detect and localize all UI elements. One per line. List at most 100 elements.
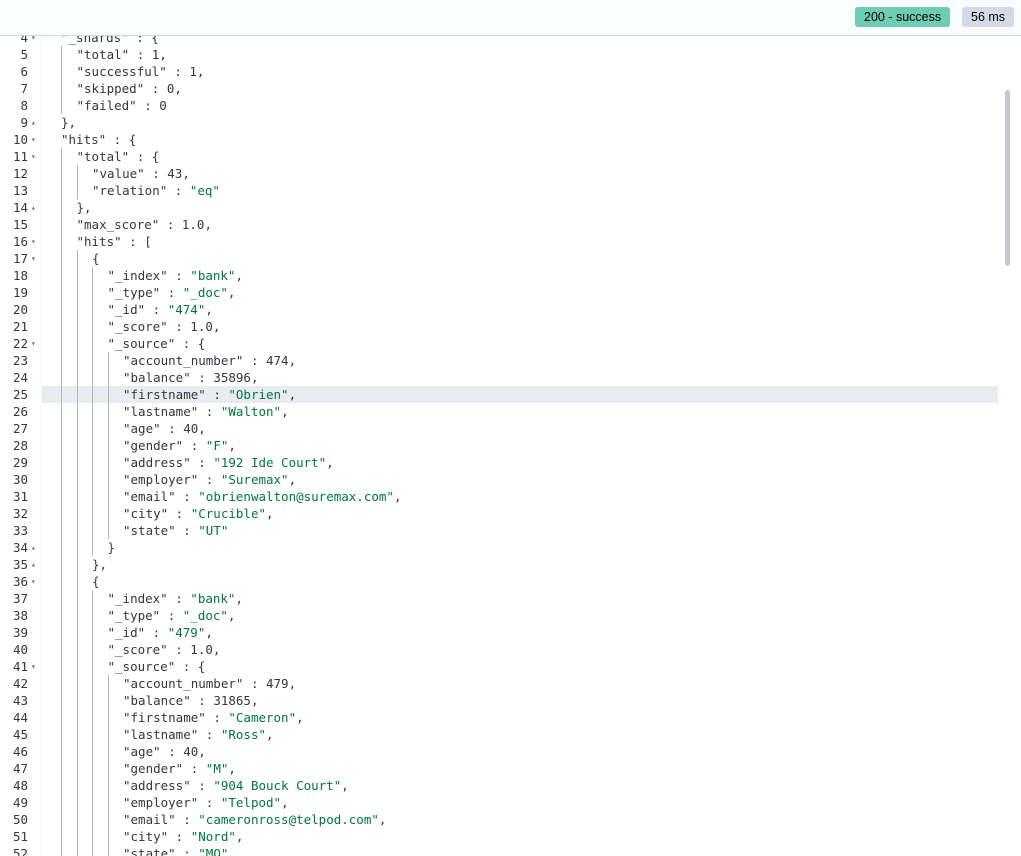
code-line[interactable]: 41 ▾ "_source" : { <box>0 658 1000 675</box>
indent-guide <box>76 267 78 284</box>
indent-guide <box>61 403 62 420</box>
indent-guide <box>107 369 109 386</box>
code-line[interactable]: 25 "firstname" : "Obrien", <box>0 386 1000 403</box>
code-text: "state" : "UT" <box>123 523 229 538</box>
indent-guide <box>61 539 62 556</box>
line-number: 28 <box>12 438 28 453</box>
code-line[interactable]: 50 "email" : "cameronross@telpod.com", <box>0 811 1000 828</box>
code-line[interactable]: 9 ▴}, <box>0 114 1000 131</box>
code-text: "email" : "cameronross@telpod.com", <box>123 812 387 827</box>
fold-expand-icon[interactable]: ▴ <box>31 114 40 131</box>
code-line[interactable]: 26 "lastname" : "Walton", <box>0 403 1000 420</box>
code-line[interactable]: 48 "address" : "904 Bouck Court", <box>0 777 1000 794</box>
code-line[interactable]: 18 "_index" : "bank", <box>0 267 1000 284</box>
indent-guide <box>76 794 78 811</box>
code-text: "_id" : "479", <box>107 625 213 640</box>
indent-guide <box>76 709 78 726</box>
code-line[interactable]: 10 ▾ "hits" : { <box>0 131 1000 148</box>
fold-expand-icon[interactable]: ▴ <box>31 539 40 556</box>
code-line[interactable]: 24 "balance" : 35896, <box>0 369 1000 386</box>
code-text: "_index" : "bank", <box>107 591 243 606</box>
vertical-scrollbar[interactable] <box>1005 90 1010 266</box>
code-line[interactable]: 17 ▾ { <box>0 250 1000 267</box>
code-line[interactable]: 21 "_score" : 1.0, <box>0 318 1000 335</box>
code-line[interactable]: 30 "employer" : "Suremax", <box>0 471 1000 488</box>
fold-collapse-icon[interactable]: ▾ <box>31 131 40 148</box>
code-line[interactable]: 8 "failed" : 0 <box>0 97 1000 114</box>
fold-collapse-icon[interactable]: ▾ <box>31 335 40 352</box>
fold-collapse-icon[interactable]: ▾ <box>31 658 40 675</box>
code-line[interactable]: 35 ▴}, <box>0 556 1000 573</box>
indent-guide <box>76 539 78 556</box>
code-line[interactable]: 6 "successful" : 1, <box>0 63 1000 80</box>
code-line[interactable]: 42 "account_number" : 479, <box>0 675 1000 692</box>
code-line[interactable]: 36 ▾ { <box>0 573 1000 590</box>
fold-collapse-icon[interactable]: ▾ <box>31 250 40 267</box>
indent-guide <box>107 794 109 811</box>
indent-guide <box>92 386 93 403</box>
line-number: 11 <box>12 149 28 164</box>
indent-guide <box>92 284 93 301</box>
code-line[interactable]: 49 "employer" : "Telpod", <box>0 794 1000 811</box>
code-line[interactable]: 28 "gender" : "F", <box>0 437 1000 454</box>
code-line[interactable]: 14 ▴}, <box>0 199 1000 216</box>
code-line[interactable]: 22 ▾ "_source" : { <box>0 335 1000 352</box>
code-line[interactable]: 27 "age" : 40, <box>0 420 1000 437</box>
line-number: 26 <box>12 404 28 419</box>
code-line[interactable]: 47 "gender" : "M", <box>0 760 1000 777</box>
fold-collapse-icon[interactable]: ▾ <box>31 36 40 46</box>
fold-expand-icon[interactable]: ▴ <box>31 199 40 216</box>
code-line[interactable]: 5 "total" : 1, <box>0 46 1000 63</box>
indent-guide <box>92 454 93 471</box>
code-line[interactable]: 33 "state" : "UT" <box>0 522 1000 539</box>
code-line[interactable]: 44 "firstname" : "Cameron", <box>0 709 1000 726</box>
line-number: 32 <box>12 506 28 521</box>
code-line[interactable]: 34 ▴} <box>0 539 1000 556</box>
code-line[interactable]: 15 "max_score" : 1.0, <box>0 216 1000 233</box>
response-code-editor[interactable]: 4 ▾ "_shards" : {5 "total" : 1, 6 "successful… <box>0 36 1021 856</box>
code-line[interactable]: 40 "_score" : 1.0, <box>0 641 1000 658</box>
line-number: 23 <box>12 353 28 368</box>
code-line[interactable]: 31 "email" : "obrienwalton@suremax.com", <box>0 488 1000 505</box>
indent-guide <box>61 267 62 284</box>
code-line[interactable]: 51 "city" : "Nord", <box>0 828 1000 845</box>
code-line[interactable]: 45 "lastname" : "Ross", <box>0 726 1000 743</box>
code-line[interactable]: 43 "balance" : 31865, <box>0 692 1000 709</box>
line-number: 39 <box>12 625 28 640</box>
indent-guide <box>107 845 109 856</box>
code-text: "balance" : 35896, <box>123 370 259 385</box>
code-line[interactable]: 12 "value" : 43, <box>0 165 1000 182</box>
code-line[interactable]: 52 "state" : "MO" <box>0 845 1000 856</box>
code-line[interactable]: 32 "city" : "Crucible", <box>0 505 1000 522</box>
fold-collapse-icon[interactable]: ▾ <box>31 233 40 250</box>
code-line[interactable]: 16 ▾ "hits" : [ <box>0 233 1000 250</box>
code-line[interactable]: 11 ▾ "total" : { <box>0 148 1000 165</box>
indent-guide <box>76 165 78 182</box>
line-number: 21 <box>12 319 28 334</box>
code-line[interactable]: 29 "address" : "192 Ide Court", <box>0 454 1000 471</box>
fold-collapse-icon[interactable]: ▾ <box>31 148 40 165</box>
indent-guide <box>61 199 62 216</box>
indent-guide <box>107 828 109 845</box>
indent-guide <box>76 556 78 573</box>
line-number: 18 <box>12 268 28 283</box>
code-text: "balance" : 31865, <box>123 693 259 708</box>
fold-collapse-icon[interactable]: ▾ <box>31 573 40 590</box>
code-line[interactable]: 23 "account_number" : 474, <box>0 352 1000 369</box>
code-line[interactable]: 13 "relation" : "eq" <box>0 182 1000 199</box>
fold-expand-icon[interactable]: ▴ <box>31 556 40 573</box>
code-line[interactable]: 20 "_id" : "474", <box>0 301 1000 318</box>
line-number: 44 <box>12 710 28 725</box>
code-line[interactable]: 4 ▾ "_shards" : { <box>0 36 1000 46</box>
code-line[interactable]: 7 "skipped" : 0, <box>0 80 1000 97</box>
code-line[interactable]: 19 "_type" : "_doc", <box>0 284 1000 301</box>
code-line[interactable]: 39 "_id" : "479", <box>0 624 1000 641</box>
code-line[interactable]: 37 "_index" : "bank", <box>0 590 1000 607</box>
line-number: 7 <box>20 81 28 96</box>
code-line[interactable]: 38 "_type" : "_doc", <box>0 607 1000 624</box>
line-number: 16 <box>12 234 28 249</box>
indent-guide <box>61 471 62 488</box>
indent-guide <box>76 386 78 403</box>
code-line[interactable]: 46 "age" : 40, <box>0 743 1000 760</box>
code-text: "_type" : "_doc", <box>107 608 236 623</box>
